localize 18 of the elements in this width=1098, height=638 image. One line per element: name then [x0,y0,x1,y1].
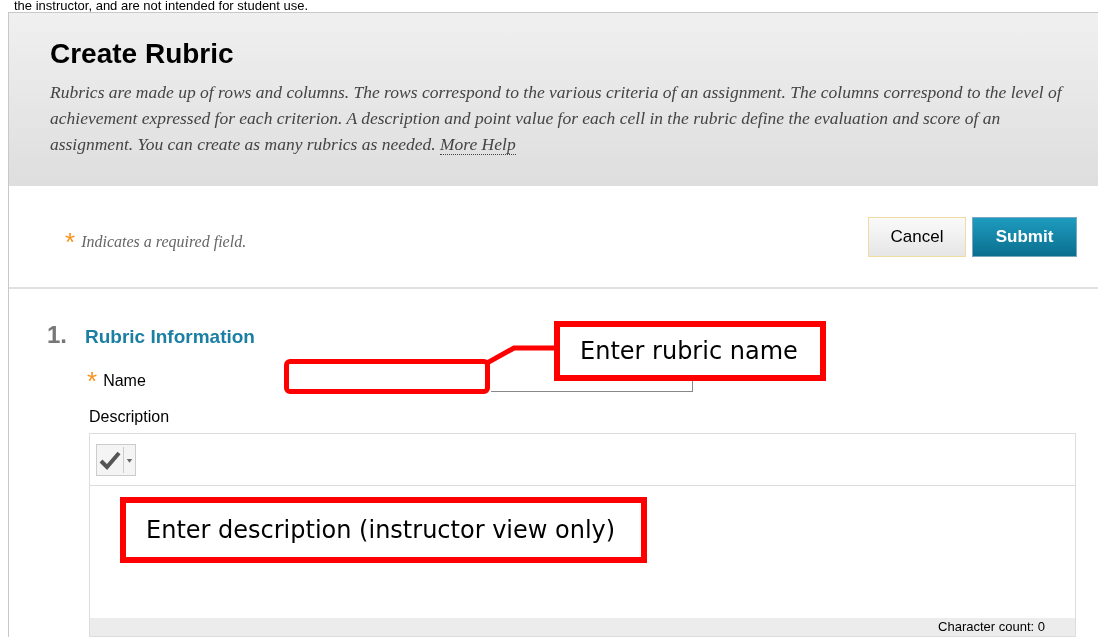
caret-icon [123,446,135,473]
character-count: Character count: 0 [938,618,1045,636]
annotation-tooltip: Enter rubric name [554,321,826,381]
annotation-tooltip: Enter description (instructor view only) [120,497,647,563]
caption-text: the instructor, and are not intended for student use. [14,0,310,12]
submit-button[interactable]: Submit [972,216,1077,257]
required-icon: * [87,372,98,390]
spellcheck-button[interactable] [96,443,136,476]
more-help-link[interactable]: More Help [440,134,516,155]
required-note: Indicates a required field. [81,231,247,253]
required-icon: * [65,232,76,251]
cancel-button[interactable]: Cancel [868,216,966,257]
field-label: Description [89,407,170,427]
section-number: 1. [47,320,67,350]
field-label: Name [103,371,146,391]
section-title: Rubric Information [85,325,255,349]
page-title: Create Rubric [50,37,235,71]
page-description: Rubrics are made up of rows and columns. The rows correspond to the various criteria of an assignment. The columns correspond to the level of achievement expressed for each criterion. A description and point value for each cell in the rubric define the evaluation and score of an assignment. You can create as many rubrics as needed. More Help [50,81,1062,157]
